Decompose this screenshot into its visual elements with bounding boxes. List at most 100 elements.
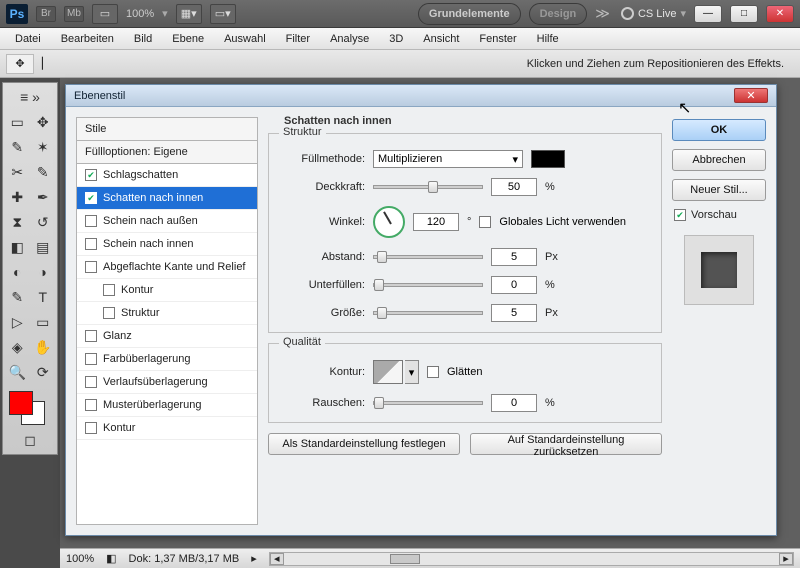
new-style-button[interactable]: Neuer Stil... <box>672 179 766 201</box>
checkbox-icon[interactable] <box>85 376 97 388</box>
style-satin[interactable]: Glanz <box>77 325 257 348</box>
dodge-tool[interactable]: ◑ <box>31 260 56 284</box>
dialog-close-button[interactable]: ✕ <box>734 88 768 103</box>
antialias-checkbox[interactable] <box>427 366 439 378</box>
choke-input[interactable]: 0 <box>491 276 537 294</box>
stamp-tool[interactable]: ⧗ <box>5 210 30 234</box>
size-input[interactable]: 5 <box>491 304 537 322</box>
checkbox-icon[interactable]: ✔ <box>85 169 97 181</box>
move-tool-alt[interactable]: ✥ <box>31 110 56 134</box>
minibridge-badge[interactable]: Mb <box>64 6 84 22</box>
cslive-button[interactable]: CS Live▾ <box>621 7 686 20</box>
style-inner-shadow[interactable]: ✔Schatten nach innen <box>77 187 257 210</box>
blendmode-select[interactable]: Multiplizieren▾ <box>373 150 523 168</box>
type-tool[interactable]: T <box>31 285 56 309</box>
window-maximize-button[interactable]: □ <box>730 5 758 23</box>
wand-tool[interactable]: ✶ <box>31 135 56 159</box>
checkbox-icon[interactable] <box>85 399 97 411</box>
path-select-tool[interactable]: ▷ <box>5 310 30 334</box>
make-default-button[interactable]: Als Standardeinstellung festlegen <box>268 433 460 455</box>
preview-checkbox[interactable]: ✔ <box>674 209 686 221</box>
menu-filter[interactable]: Filter <box>277 30 319 48</box>
checkbox-icon[interactable] <box>85 330 97 342</box>
lasso-tool[interactable]: ✎ <box>5 135 30 159</box>
horizontal-scrollbar[interactable]: ◂ ▸ <box>269 552 794 566</box>
menu-bearbeiten[interactable]: Bearbeiten <box>52 30 123 48</box>
checkbox-icon[interactable] <box>85 238 97 250</box>
style-outer-glow[interactable]: Schein nach außen <box>77 210 257 233</box>
brush-tool[interactable]: ✒ <box>31 185 56 209</box>
blending-options-item[interactable]: Füllloptionen: Eigene <box>77 141 257 164</box>
checkbox-icon[interactable] <box>103 284 115 296</box>
checkbox-icon[interactable] <box>103 307 115 319</box>
angle-input[interactable]: 120 <box>413 213 459 231</box>
menu-bild[interactable]: Bild <box>125 30 161 48</box>
view-extras-icon[interactable]: ▦▾ <box>176 4 202 24</box>
checkbox-icon[interactable] <box>85 261 97 273</box>
current-tool-icon[interactable]: ✥ <box>6 54 34 74</box>
toolbox-collapse-icon[interactable]: ≡ » <box>5 85 55 109</box>
window-minimize-button[interactable]: — <box>694 5 722 23</box>
menu-auswahl[interactable]: Auswahl <box>215 30 275 48</box>
shape-tool[interactable]: ▭ <box>31 310 56 334</box>
style-gradient-overlay[interactable]: Verlaufsüberlagerung <box>77 371 257 394</box>
distance-input[interactable]: 5 <box>491 248 537 266</box>
opacity-slider[interactable] <box>373 185 483 189</box>
style-pattern-overlay[interactable]: Musterüberlagerung <box>77 394 257 417</box>
size-slider[interactable] <box>373 311 483 315</box>
film-icon[interactable]: ▭ <box>92 4 118 24</box>
menu-hilfe[interactable]: Hilfe <box>528 30 568 48</box>
checkbox-icon[interactable] <box>85 215 97 227</box>
checkbox-icon[interactable] <box>85 422 97 434</box>
angle-dial[interactable] <box>373 206 405 238</box>
eraser-tool[interactable]: ◧ <box>5 235 30 259</box>
menu-3d[interactable]: 3D <box>380 30 412 48</box>
scroll-left-icon[interactable]: ◂ <box>270 553 284 565</box>
style-bevel-emboss[interactable]: Abgeflachte Kante und Relief <box>77 256 257 279</box>
gradient-tool[interactable]: ▤ <box>31 235 56 259</box>
screen-mode-icon[interactable]: ▭▾ <box>210 4 236 24</box>
ok-button[interactable]: OK <box>672 119 766 141</box>
style-drop-shadow[interactable]: ✔Schlagschatten <box>77 164 257 187</box>
noise-slider[interactable] <box>373 401 483 405</box>
scroll-right-icon[interactable]: ▸ <box>779 553 793 565</box>
distance-slider[interactable] <box>373 255 483 259</box>
crop-tool[interactable]: ✂ <box>5 160 30 184</box>
healing-tool[interactable]: ✚ <box>5 185 30 209</box>
style-color-overlay[interactable]: Farbüberlagerung <box>77 348 257 371</box>
workspace-more-icon[interactable]: ≫ <box>595 5 607 22</box>
cancel-button[interactable]: Abbrechen <box>672 149 766 171</box>
contour-dropdown-button[interactable]: ▾ <box>405 360 419 384</box>
blur-tool[interactable]: ◐ <box>5 260 30 284</box>
menu-ansicht[interactable]: Ansicht <box>414 30 468 48</box>
workspace-primary-button[interactable]: Grundelemente <box>418 3 521 25</box>
history-brush-tool[interactable]: ↺ <box>31 210 56 234</box>
workspace-secondary-button[interactable]: Design <box>529 3 588 25</box>
menu-datei[interactable]: Datei <box>6 30 50 48</box>
status-zoom[interactable]: 100% <box>66 553 94 565</box>
menu-fenster[interactable]: Fenster <box>470 30 525 48</box>
chevron-right-icon[interactable]: ▸ <box>251 552 257 565</box>
quickmask-button[interactable]: ◻ <box>5 428 55 452</box>
styles-header[interactable]: Stile <box>77 118 257 141</box>
hand-tool[interactable]: ✋ <box>31 335 56 359</box>
dialog-titlebar[interactable]: Ebenenstil ✕ <box>66 85 776 107</box>
style-stroke[interactable]: Kontur <box>77 417 257 440</box>
bridge-badge[interactable]: Br <box>36 6 56 22</box>
window-close-button[interactable]: ✕ <box>766 5 794 23</box>
move-tool[interactable]: ▭ <box>5 110 30 134</box>
zoom-tool[interactable]: 🔍 <box>5 360 30 384</box>
reset-default-button[interactable]: Auf Standardeinstellung zurücksetzen <box>470 433 662 455</box>
info-icon[interactable]: ◧ <box>106 552 116 565</box>
color-swatches[interactable] <box>5 389 55 427</box>
shadow-color-swatch[interactable] <box>531 150 565 168</box>
checkbox-icon[interactable]: ✔ <box>85 192 97 204</box>
fg-color-swatch[interactable] <box>9 391 33 415</box>
scroll-thumb[interactable] <box>390 554 420 564</box>
contour-swatch[interactable] <box>373 360 403 384</box>
rotate-tool[interactable]: ⟳ <box>31 360 56 384</box>
noise-input[interactable]: 0 <box>491 394 537 412</box>
style-bevel-contour[interactable]: Kontur <box>77 279 257 302</box>
checkbox-icon[interactable] <box>85 353 97 365</box>
3d-tool[interactable]: ◈ <box>5 335 30 359</box>
